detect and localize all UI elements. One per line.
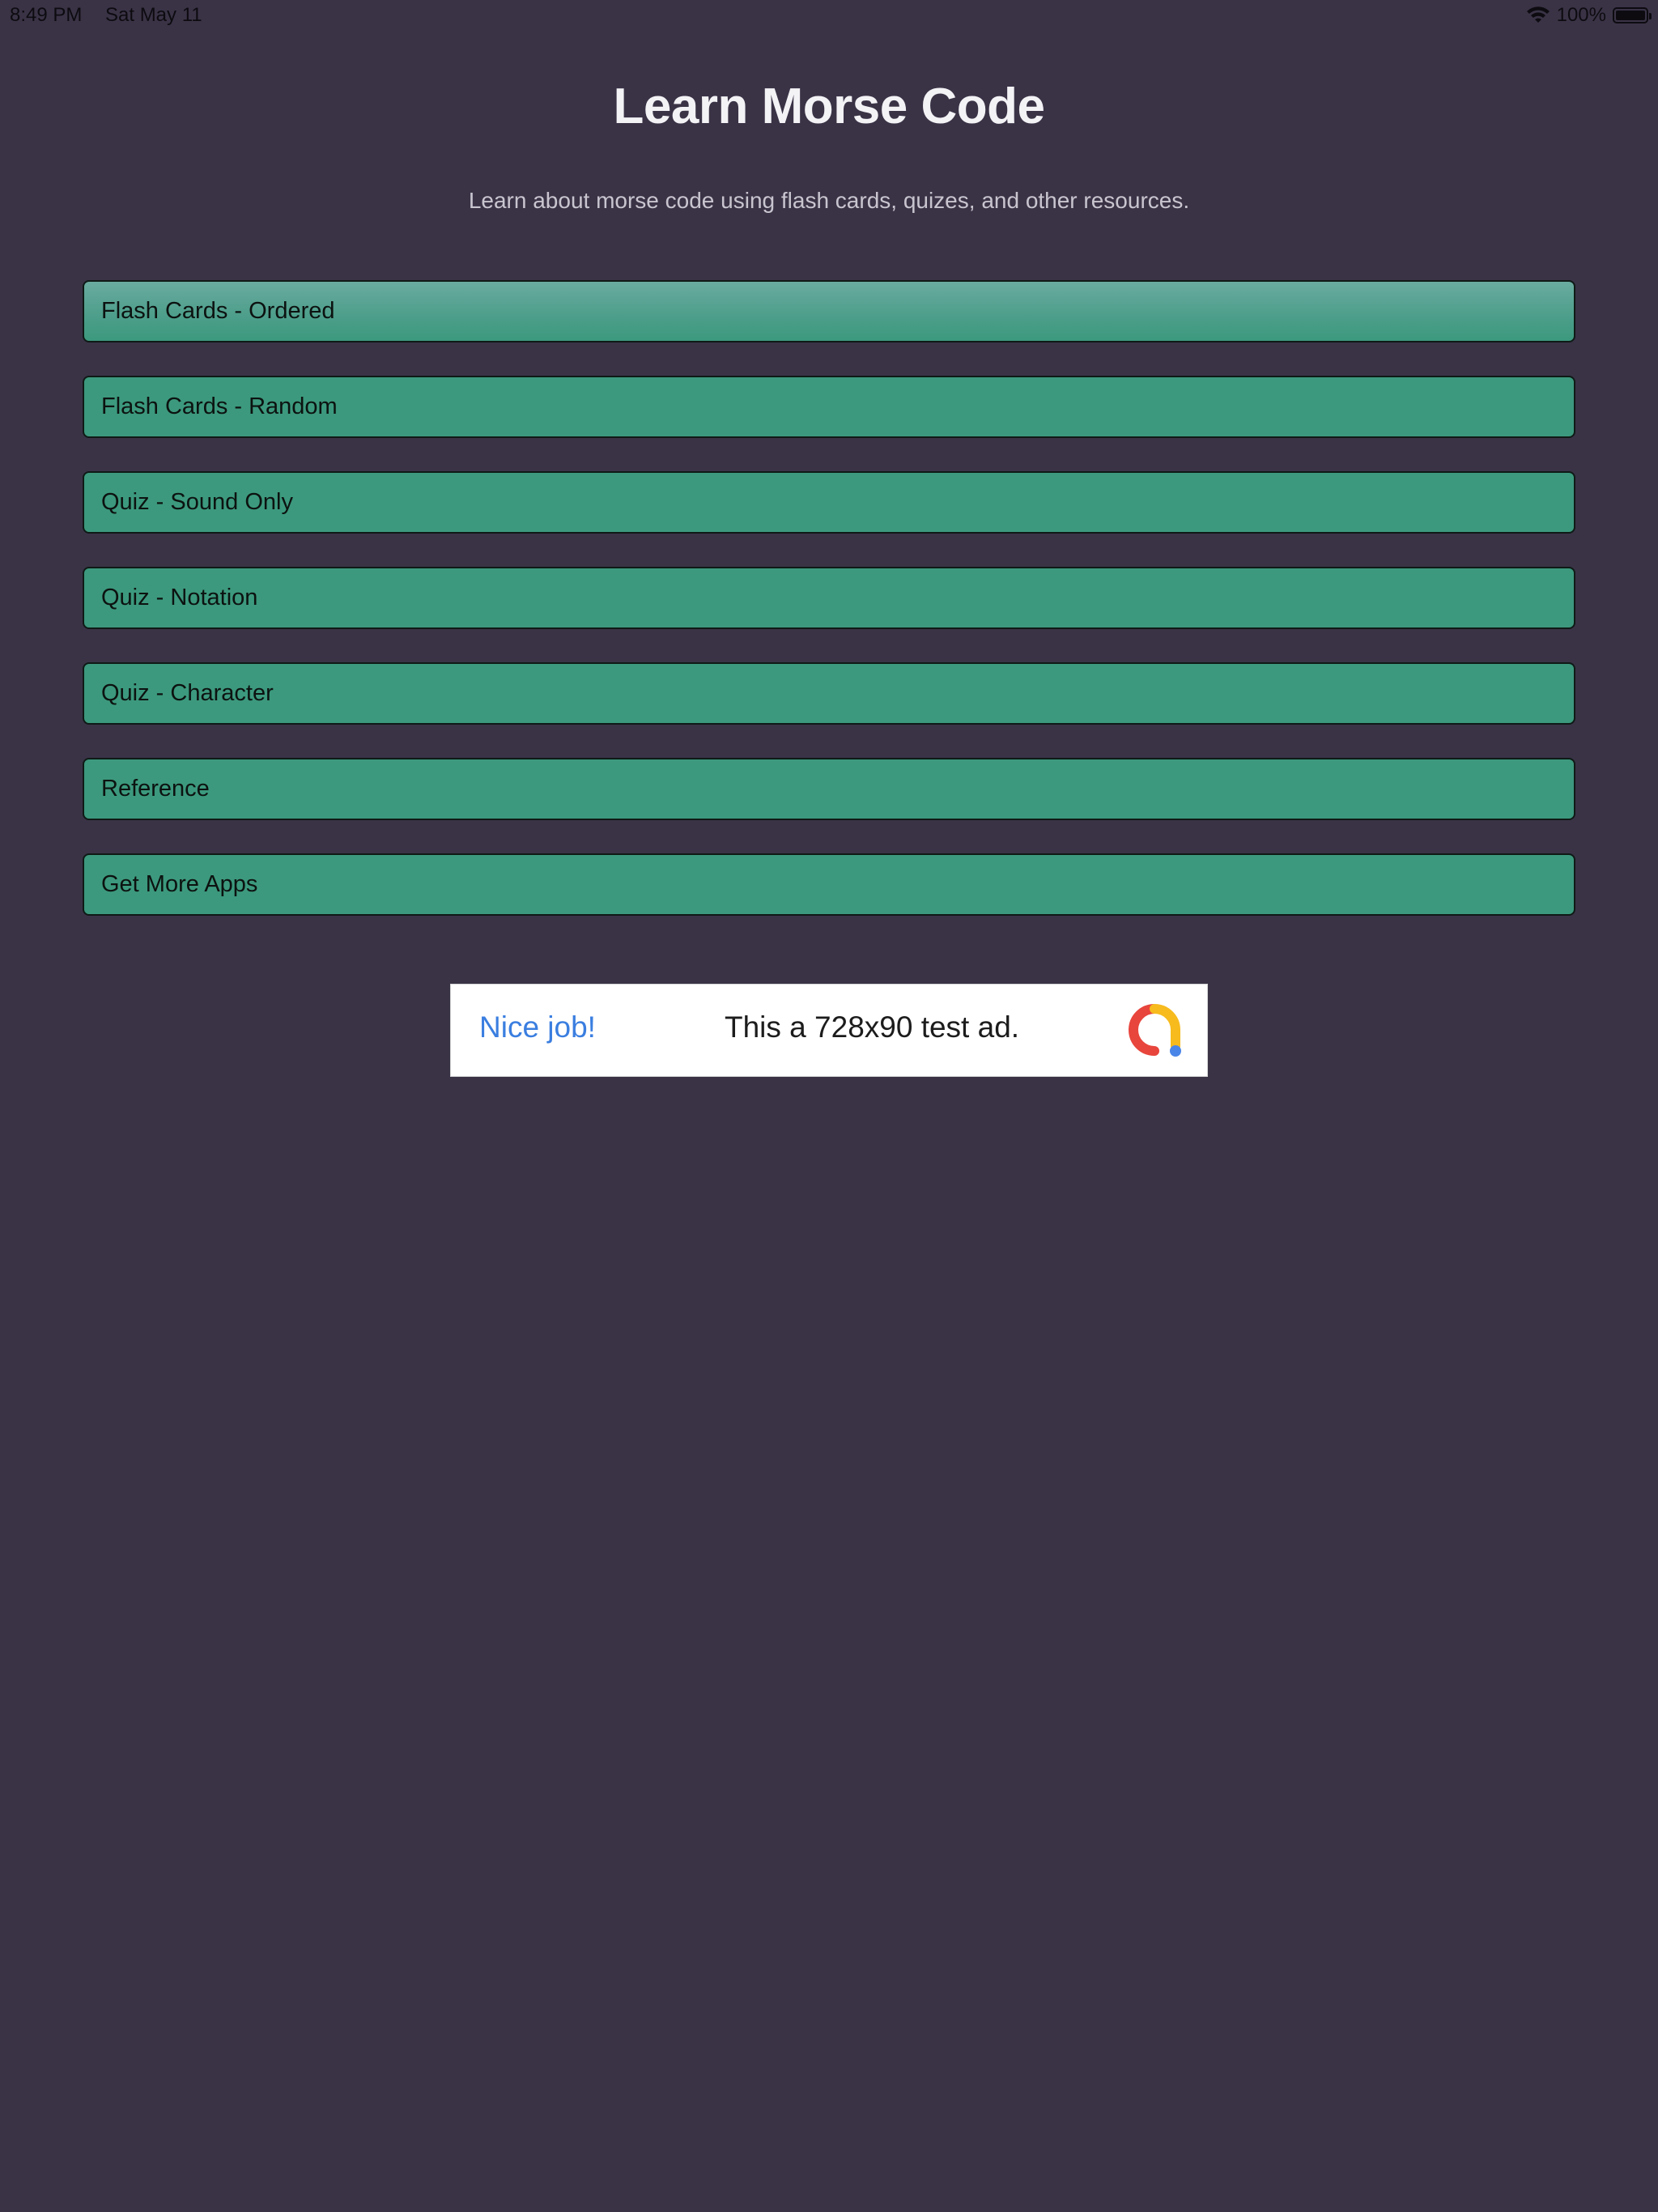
reference-button[interactable]: Reference [83,758,1575,820]
ad-text: This a 728x90 test ad. [725,1010,1020,1044]
status-bar: 8:49 PM Sat May 11 100% [0,0,1658,32]
quiz-notation-button[interactable]: Quiz - Notation [83,567,1575,629]
page-title: Learn Morse Code [613,79,1045,134]
main-menu: Flash Cards - Ordered Flash Cards - Rand… [83,280,1575,949]
battery-percent: 100% [1556,4,1606,26]
page-subtitle: Learn about morse code using flash cards… [468,188,1190,213]
get-more-apps-button[interactable]: Get More Apps [83,853,1575,916]
quiz-character-button[interactable]: Quiz - Character [83,662,1575,725]
ad-logo-icon [1128,1002,1184,1059]
wifi-icon [1526,6,1550,24]
battery-icon [1613,7,1652,23]
flash-cards-random-button[interactable]: Flash Cards - Random [83,376,1575,438]
ad-banner[interactable]: Nice job! This a 728x90 test ad. [450,984,1208,1077]
flash-cards-ordered-button[interactable]: Flash Cards - Ordered [83,280,1575,342]
status-right: 100% [1526,4,1652,27]
quiz-sound-only-button[interactable]: Quiz - Sound Only [83,471,1575,534]
ad-heading[interactable]: Nice job! [479,1010,596,1044]
status-time: 8:49 PM [10,4,83,26]
status-date: Sat May 11 [105,4,202,26]
